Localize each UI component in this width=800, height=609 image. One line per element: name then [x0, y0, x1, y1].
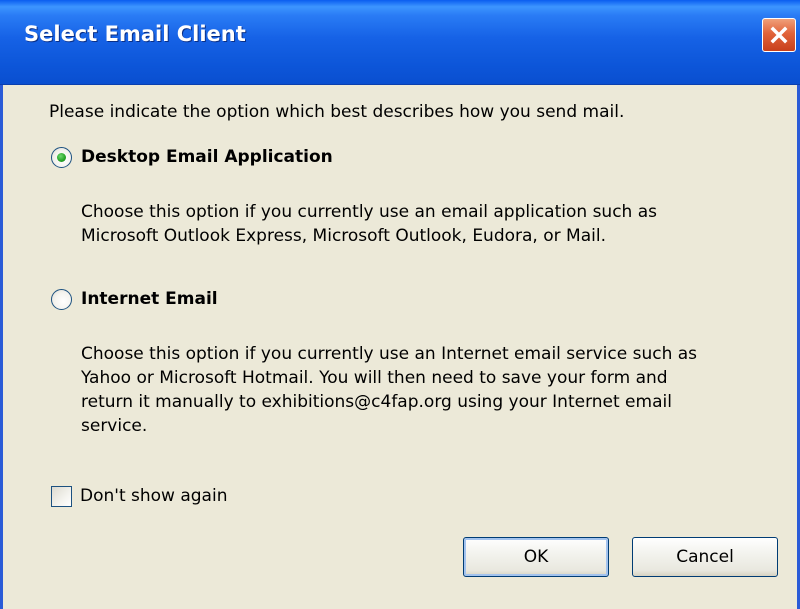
cancel-button[interactable]: Cancel: [632, 537, 778, 577]
ok-button[interactable]: OK: [463, 537, 609, 577]
dialog-body: Please indicate the option which best de…: [3, 85, 797, 609]
option-description-line: Yahoo or Microsoft Hotmail. You will the…: [81, 368, 668, 388]
option-label-internet-email[interactable]: Internet Email: [81, 288, 218, 310]
dont-show-again-checkbox[interactable]: [51, 486, 72, 507]
close-x-icon: [770, 26, 788, 44]
option-label-desktop-email[interactable]: Desktop Email Application: [81, 146, 333, 168]
option-description-line: service.: [81, 416, 148, 436]
dont-show-again-label[interactable]: Don't show again: [80, 485, 227, 507]
close-button[interactable]: [762, 18, 796, 52]
radio-internet-email[interactable]: [51, 289, 72, 310]
option-description-line: return it manually to exhibitions@c4fap.…: [81, 392, 672, 412]
option-description-line: Microsoft Outlook Express, Microsoft Out…: [81, 226, 606, 246]
prompt-text: Please indicate the option which best de…: [49, 102, 625, 122]
option-description-line: Choose this option if you currently use …: [81, 202, 657, 222]
title-bar[interactable]: Select Email Client: [0, 0, 800, 85]
radio-desktop-email[interactable]: [51, 147, 72, 168]
dialog-title: Select Email Client: [24, 22, 246, 46]
select-email-client-dialog: Select Email Client Please indicate the …: [0, 0, 800, 609]
option-description-line: Choose this option if you currently use …: [81, 344, 698, 364]
